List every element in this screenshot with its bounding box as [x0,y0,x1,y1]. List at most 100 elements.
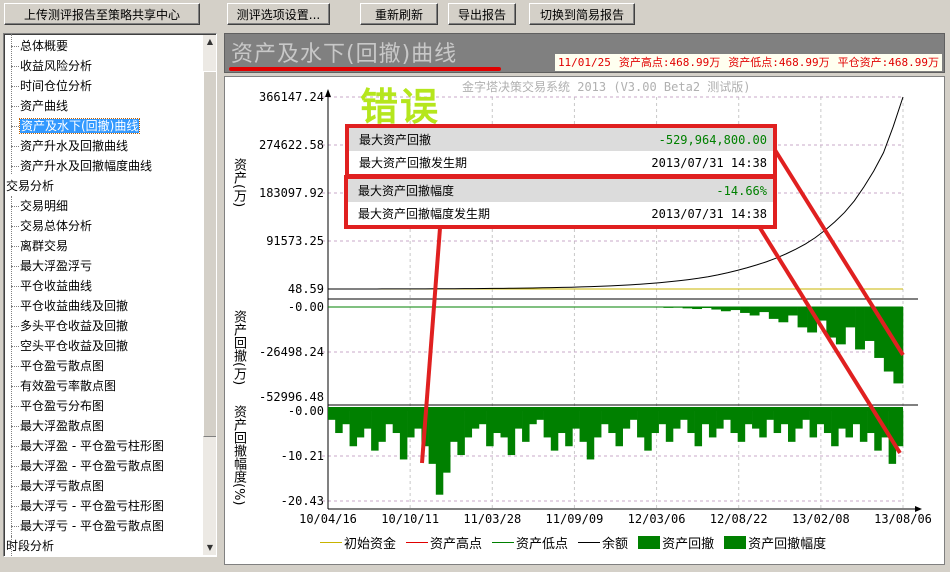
summary-value: 2013/07/31 14:38 [651,206,767,221]
legend-item: 初始资金 [320,533,396,552]
summary-value: -529,964,800.00 [658,132,767,147]
drawdown-bar [797,307,808,328]
drawdown-pct-bar [637,411,645,438]
drawdown-pct-bar [701,411,710,425]
legend-item: 余额 [578,533,628,552]
drawdown-bar [883,307,894,372]
drawdown-pct-bar [766,411,774,420]
drawdown-pct-bar [680,411,688,420]
drawdown-pct-bar [651,411,659,434]
drawdown-bar [893,307,904,384]
legend-label: 初始资金 [344,537,397,552]
x-tick-label: 10/10/11 [381,512,440,526]
drawdown-bar [663,307,674,308]
y-tick-label: -52996.48 [258,390,324,404]
legend-label: 余额 [602,537,629,552]
drawdown-pct-bar [593,411,602,438]
drawdown-bar [759,307,770,313]
legend-swatch [406,542,429,543]
x-tick-label: 13/08/06 [874,512,932,526]
max-drawdown-box: 最大资产回撤 -529,964,800.00 最大资产回撤发生期 2013/07/3… [345,124,777,178]
drawdown-pct-bar [665,411,674,442]
drawdown-bar [653,307,664,308]
drawdown-pct-bar [399,411,408,460]
drawdown-pct-bar [421,411,429,447]
y-axis-arrow [325,89,331,97]
drawdown-pct-bar [478,411,487,425]
drawdown-pct-bar [802,411,810,420]
drawdown-pct-bar [586,411,595,460]
drawdown-pct-bar [723,411,731,420]
x-tick-label: 10/04/16 [299,512,357,526]
drawdown-pct-bar [349,411,358,447]
drawdown-pct-bar [450,411,458,442]
drawdown-bar [788,307,798,316]
drawdown-pct-bar [845,411,853,438]
drawdown-pct-bar [529,411,537,425]
drawdown-pct-bar [407,411,415,438]
y-tick-label: 91573.25 [266,234,324,248]
drawdown-bar [730,307,741,311]
legend-swatch [638,536,661,549]
drawdown-pct-bar [658,411,667,425]
drawdown-bar [673,307,683,308]
y-tick-label: 48.59 [287,282,324,296]
drawdown-pct-bar [565,411,573,447]
drawdown-pct-bar [608,411,616,434]
legend-swatch [320,542,342,543]
drawdown-bar [749,307,760,316]
drawdown-pct-bar [629,411,638,420]
summary-label: 最大资产回撤发生期 [359,156,468,170]
x-tick-label: 11/09/09 [545,512,604,526]
drawdown-pct-bar [831,411,839,447]
drawdown-pct-bar [522,411,530,442]
y-tick-label: 274622.58 [258,138,324,152]
drawdown-pct-bar [859,411,868,442]
legend-label: 资产低点 [516,537,569,552]
summary-row: 最大资产回撤发生期 2013/07/31 14:38 [349,151,773,174]
drawdown-pct-bar [615,411,623,447]
drawdown-bar [778,307,789,323]
max-drawdown-pct-box: 最大资产回撤幅度 -14.66% 最大资产回撤幅度发生期 2013/07/31 14… [344,175,777,229]
drawdown-bar [835,307,846,345]
legend-label: 资产回撤幅度 [748,537,827,552]
x-tick-label: 11/03/28 [463,512,522,526]
drawdown-pct-bar [507,411,516,456]
drawdown-pct-bar [457,411,465,456]
drawdown-pct-bar [838,411,846,429]
drawdown-pct-bar [780,411,789,425]
drawdown-pct-bar [579,411,588,442]
drawdown-pct-bar [809,411,818,438]
drawdown-pct-bar [443,411,451,473]
drawdown-pct-bar [471,411,480,429]
legend-swatch [492,542,515,543]
drawdown-pct-bar [752,411,760,429]
drawdown-pct-bar [550,411,559,451]
drawdown-pct-bar [363,411,372,429]
drawdown-pct-bar [788,411,796,442]
summary-row: 最大资产回撤幅度 -14.66% [348,179,773,202]
summary-value: -14.66% [716,183,767,198]
drawdown-pct-bar [874,411,882,451]
drawdown-pct-bar [486,411,494,447]
drawdown-bar [692,307,703,310]
drawdown-pct-bar [744,411,753,425]
legend-label: 资产高点 [430,537,483,552]
drawdown-bar [816,307,827,321]
y-axis-title-drawdown-pct: 资产回撤幅度(%) [231,405,246,506]
drawdown-pct-bar [572,411,580,429]
drawdown-pct-bar [464,411,473,438]
drawdown-pct-bar [335,411,343,434]
drawdown-pct-bar [435,411,444,495]
drawdown-bar [874,307,885,358]
legend-swatch [724,536,747,549]
drawdown-pct-bar [694,411,703,447]
drawdown-pct-bar [601,411,609,425]
drawdown-pct-bar [759,411,767,438]
drawdown-pct-bar [385,411,393,425]
drawdown-pct-bar [543,411,552,438]
drawdown-pct-bar [371,411,379,451]
drawdown-pct-bar [773,411,782,434]
drawdown-bar [768,307,779,319]
drawdown-pct-bar [356,411,365,438]
